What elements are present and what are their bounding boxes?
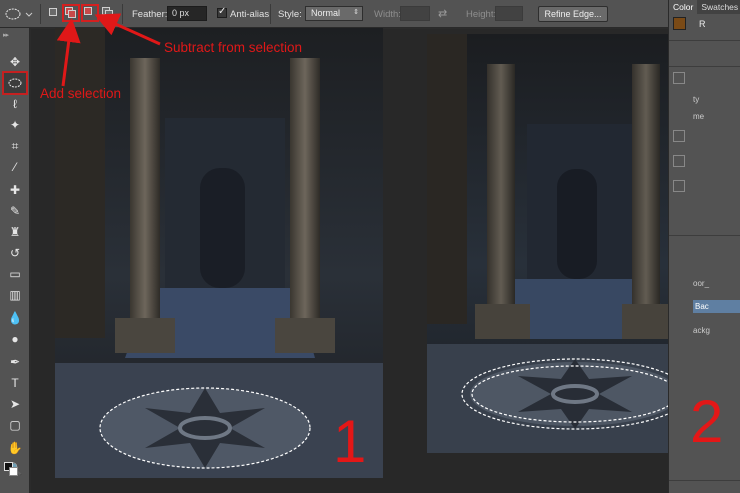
- panel-icon[interactable]: [673, 130, 685, 142]
- new-selection-icon: [49, 8, 57, 16]
- style-select-value: Normal: [311, 8, 341, 18]
- width-input[interactable]: [400, 6, 430, 21]
- lasso-tool-icon[interactable]: ℓ: [4, 94, 26, 114]
- feather-label: Feather:: [132, 9, 168, 20]
- foreground-color-chip[interactable]: [673, 17, 686, 30]
- divider: [669, 66, 740, 67]
- feather-input[interactable]: 0 px: [167, 6, 207, 21]
- swap-dimensions-icon[interactable]: ⇄: [438, 7, 447, 20]
- label-number-2: 2: [690, 388, 724, 455]
- subtract-selection-annotation: Subtract from selection: [164, 40, 303, 55]
- label-number-1: 1: [333, 408, 367, 475]
- magic-wand-tool-icon[interactable]: ✦: [4, 115, 26, 135]
- background-color-swatch[interactable]: [9, 467, 18, 476]
- path-selection-tool-icon[interactable]: ➤: [4, 394, 26, 414]
- intersect-selection-button[interactable]: [101, 6, 115, 20]
- options-bar: Feather: 0 px Anti-alias Style: Normal ⇕…: [0, 0, 668, 28]
- subtract-from-selection-button[interactable]: [81, 4, 99, 22]
- brush-tool-icon[interactable]: ✎: [4, 201, 26, 221]
- healing-brush-tool-icon[interactable]: ✚: [4, 180, 26, 200]
- add-selection-annotation: Add selection: [40, 86, 122, 101]
- elliptical-marquee-tool-icon[interactable]: [2, 71, 28, 95]
- toolbox: ▸▸ ✥ ℓ ✦ ⌗ ⁄ ✚ ✎ ♜ ↺ ▭ ▥ 💧 ● ✒ T ➤ ▢ ✋ 🔍: [0, 28, 30, 493]
- panel-icon[interactable]: [673, 180, 685, 192]
- intersect-selection-icon-back: [105, 10, 113, 18]
- color-panel-tabs: Color Swatches: [669, 0, 740, 14]
- tab-swatches[interactable]: Swatches: [697, 0, 740, 14]
- shape-tool-icon[interactable]: ▢: [4, 415, 26, 435]
- height-input[interactable]: [495, 6, 523, 21]
- gradient-tool-icon[interactable]: ▥: [4, 285, 26, 305]
- dodge-tool-icon[interactable]: ●: [4, 329, 26, 349]
- add-selection-icon-back: [68, 10, 76, 18]
- divider: [122, 4, 123, 24]
- layer-name-fragment[interactable]: oor_: [693, 279, 709, 288]
- ellipse-marquee-icon: [5, 8, 33, 20]
- panel-icon[interactable]: [673, 72, 685, 84]
- hand-tool-icon[interactable]: ✋: [4, 438, 26, 458]
- selected-layer-row[interactable]: Bac: [693, 300, 740, 313]
- divider: [669, 40, 740, 41]
- panel-icon[interactable]: [673, 155, 685, 167]
- channel-r-label: R: [699, 19, 706, 29]
- move-tool-icon[interactable]: ✥: [4, 52, 26, 72]
- eyedropper-tool-icon[interactable]: ⁄: [4, 157, 26, 177]
- select-arrows-icon: ⇕: [353, 9, 359, 16]
- clone-stamp-tool-icon[interactable]: ♜: [4, 222, 26, 242]
- divider: [669, 235, 740, 236]
- style-label: Style:: [278, 9, 302, 20]
- subtract-selection-icon: [84, 7, 92, 15]
- tool-preset-picker[interactable]: [4, 5, 36, 23]
- divider: [270, 4, 271, 24]
- crop-tool-icon[interactable]: ⌗: [4, 136, 26, 156]
- divider: [669, 480, 740, 481]
- height-label: Height:: [466, 9, 497, 20]
- eraser-tool-icon[interactable]: ▭: [4, 264, 26, 284]
- style-select[interactable]: Normal ⇕: [305, 6, 363, 21]
- divider: [40, 4, 41, 24]
- type-tool-icon[interactable]: T: [4, 373, 26, 393]
- tab-color[interactable]: Color: [669, 0, 698, 14]
- toolbox-collapse-icon[interactable]: ▸▸: [3, 31, 9, 39]
- blur-tool-icon[interactable]: 💧: [4, 308, 26, 328]
- panel-label-fragment-2: me: [693, 112, 705, 121]
- antialias-label: Anti-alias: [230, 9, 270, 20]
- add-to-selection-button[interactable]: [62, 4, 80, 22]
- antialias-checkbox[interactable]: [217, 6, 227, 18]
- new-selection-button[interactable]: [47, 6, 61, 20]
- pen-tool-icon[interactable]: ✒: [4, 352, 26, 372]
- width-label: Width:: [374, 9, 401, 20]
- refine-edge-button[interactable]: Refine Edge...: [538, 6, 608, 22]
- layer-name-fragment-2[interactable]: ackg: [693, 326, 710, 335]
- history-brush-tool-icon[interactable]: ↺: [4, 243, 26, 263]
- panel-label-fragment-1: ty: [693, 95, 700, 104]
- layer-name-selected: Bac: [695, 302, 709, 311]
